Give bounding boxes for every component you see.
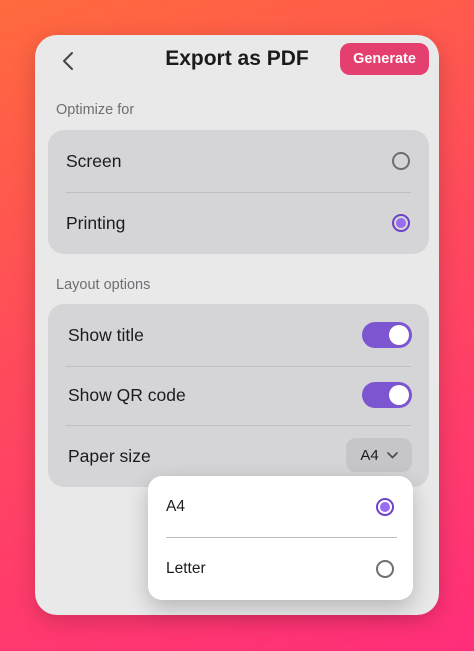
screen-radio[interactable] — [392, 152, 410, 170]
a4-radio[interactable] — [376, 498, 394, 516]
menu-option-a4[interactable]: A4 — [148, 476, 413, 538]
letter-radio[interactable] — [376, 560, 394, 578]
optimize-section-label: Optimize for — [56, 102, 135, 118]
show-qr-row: Show QR code — [48, 366, 429, 424]
show-qr-toggle[interactable] — [362, 382, 412, 408]
option-screen[interactable]: Screen — [48, 130, 429, 192]
paper-size-label: Paper size — [68, 445, 151, 466]
option-screen-label: Screen — [66, 150, 122, 171]
show-title-toggle[interactable] — [362, 322, 412, 348]
printing-radio[interactable] — [392, 214, 410, 232]
paper-size-select[interactable]: A4 — [346, 438, 412, 472]
paper-size-value: A4 — [360, 446, 379, 464]
toggle-knob — [389, 385, 409, 405]
option-printing[interactable]: Printing — [48, 192, 429, 254]
option-printing-label: Printing — [66, 212, 126, 233]
layout-group: Show title Show QR code Paper size A4 — [48, 304, 429, 487]
paper-size-menu: A4 Letter — [148, 476, 413, 600]
menu-option-letter-label: Letter — [166, 560, 206, 577]
layout-section-label: Layout options — [56, 277, 151, 293]
show-title-row: Show title — [48, 304, 429, 366]
optimize-group: Screen Printing — [48, 130, 429, 254]
chevron-down-icon — [386, 451, 398, 458]
show-qr-label: Show QR code — [68, 384, 186, 405]
show-title-label: Show title — [68, 324, 144, 345]
menu-option-letter[interactable]: Letter — [148, 538, 413, 600]
toggle-knob — [389, 325, 409, 345]
generate-button[interactable]: Generate — [340, 43, 429, 75]
menu-option-a4-label: A4 — [166, 498, 185, 515]
